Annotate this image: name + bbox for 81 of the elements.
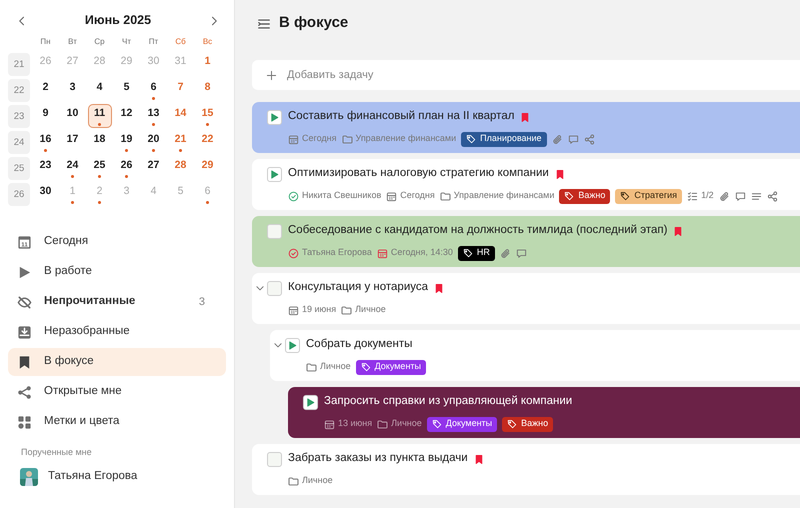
task-title[interactable]: Консультация у нотариуса [288, 279, 428, 297]
calendar-day[interactable]: 2 [34, 78, 58, 102]
calendar-day[interactable]: 18 [88, 130, 112, 154]
week-number: 26 [8, 182, 30, 206]
tag-label[interactable]: Важно [502, 416, 554, 432]
weekday-label: Вт [67, 36, 78, 48]
weekday-label: Пн [39, 36, 52, 48]
task-card[interactable]: Забрать заказы из пункта выдачи Личное [252, 444, 800, 495]
project-name: Личное [391, 417, 422, 430]
task-card[interactable]: Собрать документы Личное Документы [270, 330, 800, 381]
calendar-day[interactable]: 10 [60, 104, 84, 128]
week-number: 25 [8, 156, 30, 180]
sidebar-item[interactable]: В работе [8, 258, 226, 286]
project-name: Управление финансами [454, 189, 554, 202]
weekday-label: Ср [93, 36, 106, 48]
due-date: Сегодня, 14:30 [390, 246, 453, 260]
project-name: Управление финансами [356, 132, 456, 146]
task-title[interactable]: Запросить справки из управляющей компании [324, 393, 572, 411]
tag-label[interactable]: Стратегия [615, 188, 682, 204]
task-title[interactable]: Собеседование с кандидатом на должность тимлида (последний этап) [288, 222, 668, 240]
sidebar-item[interactable]: В фокусе [8, 348, 226, 376]
tag-label[interactable]: Планирование [461, 132, 547, 146]
assignee-name: Никита Свешников [302, 189, 382, 202]
week-number: 23 [8, 104, 30, 128]
due-date: 13 июня [338, 417, 372, 430]
due-date: Сегодня [400, 189, 435, 202]
task-card[interactable]: Консультация у нотариуса 19 июня Личное [252, 273, 800, 324]
assignee-name: Татьяна Егорова [302, 246, 372, 260]
tag-label[interactable]: HR [458, 246, 495, 260]
sidebar-item[interactable]: Неразобранные [8, 318, 226, 346]
week-number: 22 [8, 78, 30, 102]
project-name: Личное [302, 474, 333, 488]
weekday-label: Пт [148, 36, 160, 48]
calendar-day[interactable]: 6 [142, 78, 166, 102]
calendar-day[interactable]: 26 [114, 156, 138, 180]
task-title[interactable]: Собрать документы [306, 336, 412, 354]
calendar-day[interactable]: 17 [60, 130, 84, 154]
calendar-day[interactable]: 25 [88, 156, 112, 180]
add-task-input[interactable]: Добавить задачу [285, 66, 585, 84]
task-card[interactable]: Оптимизировать налоговую стратегию компании Никита Свешников Сегодня Управление финансами Важно Стратегия 1/2 [252, 159, 800, 210]
calendar-day[interactable]: 9 [34, 104, 58, 128]
task-card[interactable]: Собеседование с кандидатом на должность тимлида (последний этап) Татьяна Егорова Сегодня, 14:30 HR [252, 216, 800, 267]
tag-label[interactable]: Документы [426, 416, 498, 432]
tag-label[interactable]: Важно [559, 188, 610, 204]
weekday-label: Вс [202, 36, 214, 48]
calendar-day[interactable]: 11 [88, 104, 112, 128]
sidebar-item[interactable]: Метки и цвета [8, 408, 226, 436]
week-number: 21 [8, 52, 30, 76]
calendar-day[interactable]: 4 [88, 78, 112, 102]
task-title[interactable]: Оптимизировать налоговую стратегию компании [288, 165, 549, 183]
month-title: Июнь 2025 [84, 12, 152, 29]
calendar-day[interactable]: 5 [114, 78, 138, 102]
tag-label[interactable]: Документы [356, 360, 426, 374]
task-title[interactable]: Составить финансовый план на II квартал [288, 108, 514, 126]
calendar-day[interactable]: 16 [34, 130, 58, 154]
task-card[interactable]: Запросить справки из управляющей компании 13 июня Личное Документы Важно [288, 387, 800, 438]
person-name[interactable]: Татьяна Егорова [48, 468, 138, 486]
calendar-day[interactable]: 3 [60, 78, 84, 102]
sidebar-item[interactable]: Открытые мне [8, 378, 226, 406]
task-title[interactable]: Забрать заказы из пункта выдачи [288, 450, 468, 468]
due-date: 19 июня [302, 303, 336, 316]
add-task-field[interactable]: Добавить задачу [252, 60, 800, 90]
project-name: Личное [355, 303, 386, 316]
subtask-count: 1/2 [701, 189, 714, 202]
calendar-day[interactable]: 20 [142, 130, 166, 154]
task-card[interactable]: Составить финансовый план на II квартал Сегодня Управление финансами Планирование [252, 102, 800, 153]
calendar-day[interactable]: 13 [142, 104, 166, 128]
sidebar-item[interactable]: Непрочитанные 3 [8, 288, 226, 316]
page-title: В фокусе [279, 12, 348, 33]
calendar-day[interactable]: 27 [142, 156, 166, 180]
due-date: Сегодня [302, 132, 336, 146]
week-number: 24 [8, 130, 30, 154]
calendar-day[interactable]: 23 [34, 156, 58, 180]
section-heading: Порученные мне [21, 446, 93, 459]
weekday-label: Сб [174, 36, 187, 48]
calendar-day[interactable]: 12 [114, 104, 138, 128]
calendar-day[interactable]: 24 [60, 156, 84, 180]
project-name: Личное [320, 360, 351, 374]
calendar-day[interactable]: 30 [34, 182, 58, 206]
calendar-day[interactable]: 19 [114, 130, 138, 154]
weekday-label: Чт [121, 36, 132, 48]
